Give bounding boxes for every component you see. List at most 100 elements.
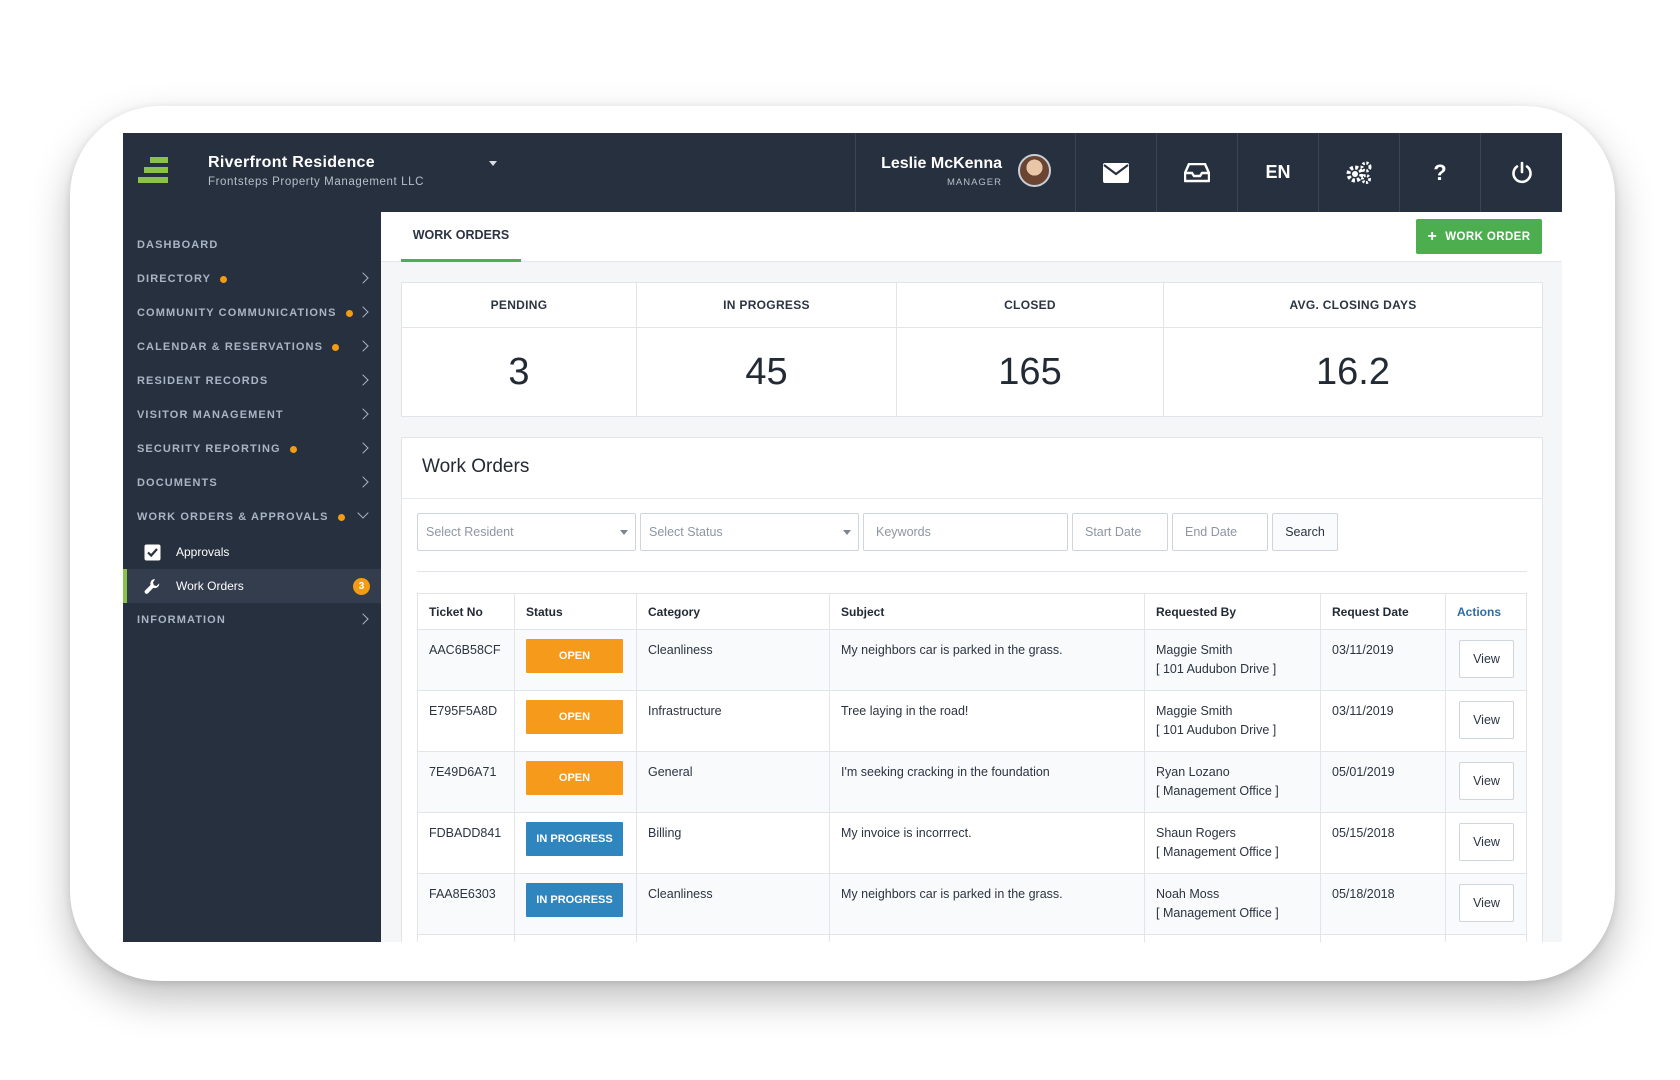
column-header-status[interactable]: Status: [515, 594, 637, 630]
sidebar-item-label: DASHBOARD: [137, 239, 219, 251]
actions-cell: View: [1446, 630, 1526, 691]
sidebar-item-work-orders-approvals[interactable]: WORK ORDERS & APPROVALS: [123, 500, 381, 534]
actions-cell: View: [1446, 752, 1526, 813]
user-menu[interactable]: Leslie McKenna MANAGER: [855, 133, 1075, 212]
column-header-requested-by[interactable]: Requested By: [1145, 594, 1321, 630]
chevron-down-icon: [357, 507, 369, 519]
column-header-ticket[interactable]: Ticket No: [418, 594, 515, 630]
column-header-category[interactable]: Category: [637, 594, 830, 630]
status-select[interactable]: Select Status: [640, 513, 859, 551]
view-button[interactable]: View: [1459, 762, 1514, 800]
envelope-icon: [1103, 162, 1129, 183]
notification-dot: [289, 445, 297, 453]
table-row: E795F5A8D OPEN Infrastructure Tree layin…: [418, 691, 1526, 752]
stat-avg-closing-days: AVG. CLOSING DAYS 16.2: [1164, 283, 1542, 416]
checkbox-icon: [144, 544, 161, 561]
sidebar-item-information[interactable]: INFORMATION: [123, 603, 381, 637]
ticket-number: AAC6B58CF: [418, 630, 515, 691]
end-date-input[interactable]: End Date: [1172, 513, 1268, 551]
table-row: FDBADD841 IN PROGRESS Billing My invoice…: [418, 813, 1526, 874]
sidebar-item-community-communications[interactable]: COMMUNITY COMMUNICATIONS: [123, 296, 381, 330]
sidebar-subitem-approvals[interactable]: Approvals: [123, 535, 381, 569]
language-button[interactable]: EN: [1237, 133, 1318, 212]
stat-label: PENDING: [402, 283, 636, 328]
keywords-placeholder: Keywords: [876, 525, 931, 539]
chevron-right-icon: [357, 613, 369, 625]
add-work-order-button[interactable]: + WORK ORDER: [1416, 219, 1542, 254]
stat-pending: PENDING 3: [402, 283, 637, 416]
view-button[interactable]: View: [1459, 640, 1514, 678]
view-button[interactable]: View: [1459, 701, 1514, 739]
table-body: AAC6B58CF OPEN Cleanliness My neighbors …: [418, 630, 1526, 942]
keywords-input[interactable]: Keywords: [863, 513, 1068, 551]
inbox-button[interactable]: [1156, 133, 1237, 212]
company-name: Frontsteps Property Management LLC: [208, 176, 424, 188]
view-button[interactable]: View: [1459, 884, 1514, 922]
avatar[interactable]: [1018, 154, 1051, 187]
stat-value: 3: [508, 351, 530, 393]
requested-by: [1145, 935, 1321, 942]
sidebar-item-visitor-management[interactable]: VISITOR MANAGEMENT: [123, 398, 381, 432]
sidebar-item-directory[interactable]: DIRECTORY: [123, 262, 381, 296]
requester-name: Ryan Lozano: [1156, 765, 1230, 779]
resident-select-placeholder: Select Resident: [426, 525, 514, 539]
notification-dot: [337, 513, 345, 521]
sidebar-item-dashboard[interactable]: DASHBOARD: [123, 228, 381, 262]
stat-value: 165: [998, 351, 1062, 393]
sidebar-item-label: DIRECTORY: [137, 273, 212, 285]
ticket-number: 7E49D6A71: [418, 752, 515, 813]
ticket-number: FAA8E6303: [418, 874, 515, 935]
category: [637, 935, 830, 942]
messages-button[interactable]: [1075, 133, 1156, 212]
category: Cleanliness: [637, 630, 830, 691]
requester-name: Shaun Rogers: [1156, 826, 1236, 840]
start-date-input[interactable]: Start Date: [1072, 513, 1168, 551]
requested-by: Noah Moss [ Management Office ]: [1145, 874, 1321, 935]
column-header-request-date[interactable]: Request Date: [1321, 594, 1446, 630]
ticket-number: [418, 935, 515, 942]
sidebar-item-resident-records[interactable]: RESIDENT RECORDS: [123, 364, 381, 398]
tab-work-orders[interactable]: WORK ORDERS: [401, 212, 521, 262]
brand-logo-icon[interactable]: [138, 157, 170, 191]
view-button[interactable]: View: [1459, 823, 1514, 861]
stat-in-progress: IN PROGRESS 45: [637, 283, 897, 416]
user-role: MANAGER: [946, 177, 1002, 188]
category: Infrastructure: [637, 691, 830, 752]
tab-bar: WORK ORDERS + WORK ORDER: [381, 212, 1562, 262]
help-button[interactable]: ?: [1399, 133, 1480, 212]
work-orders-table: Ticket No Status Category Subject Reques…: [417, 593, 1527, 942]
wrench-icon: [144, 579, 160, 594]
requester-location: [ Management Office ]: [1156, 784, 1279, 798]
requester-name: Noah Moss: [1156, 887, 1220, 901]
settings-button[interactable]: [1318, 133, 1399, 212]
sidebar-item-label: SECURITY REPORTING: [137, 443, 281, 455]
sidebar-item-label: VISITOR MANAGEMENT: [137, 409, 284, 421]
requested-by: Shaun Rogers [ Management Office ]: [1145, 813, 1321, 874]
actions-cell: View: [1446, 691, 1526, 752]
sidebar-item-security-reporting[interactable]: SECURITY REPORTING: [123, 432, 381, 466]
sidebar-subitem-work-orders[interactable]: Work Orders 3: [123, 569, 381, 603]
sidebar-subitem-label: Work Orders: [176, 579, 244, 593]
start-date-placeholder: Start Date: [1085, 525, 1142, 539]
main-content: WORK ORDERS + WORK ORDER PENDING 3 IN PR…: [381, 212, 1562, 942]
community-dropdown-icon[interactable]: [489, 161, 497, 166]
column-header-subject[interactable]: Subject: [830, 594, 1145, 630]
actions-cell: View: [1446, 874, 1526, 935]
resident-select[interactable]: Select Resident: [417, 513, 636, 551]
add-work-order-label: WORK ORDER: [1445, 230, 1531, 243]
chevron-right-icon: [357, 272, 369, 284]
search-button[interactable]: Search: [1272, 513, 1338, 551]
sidebar-item-calendar-reservations[interactable]: CALENDAR & RESERVATIONS: [123, 330, 381, 364]
requested-by: Maggie Smith [ 101 Audubon Drive ]: [1145, 630, 1321, 691]
request-date: 05/15/2018: [1321, 813, 1446, 874]
column-header-actions: Actions: [1457, 605, 1502, 619]
language-label: EN: [1265, 162, 1291, 182]
community-name[interactable]: Riverfront Residence: [208, 154, 375, 172]
subject: My neighbors car is parked in the grass.: [830, 874, 1145, 935]
status-cell: OPEN: [515, 630, 637, 691]
logout-button[interactable]: [1480, 133, 1562, 212]
category: General: [637, 752, 830, 813]
requester-name: Maggie Smith: [1156, 643, 1233, 657]
sidebar-item-documents[interactable]: DOCUMENTS: [123, 466, 381, 500]
sidebar: DASHBOARD DIRECTORY COMMUNITY COMMUNICAT…: [123, 212, 381, 942]
